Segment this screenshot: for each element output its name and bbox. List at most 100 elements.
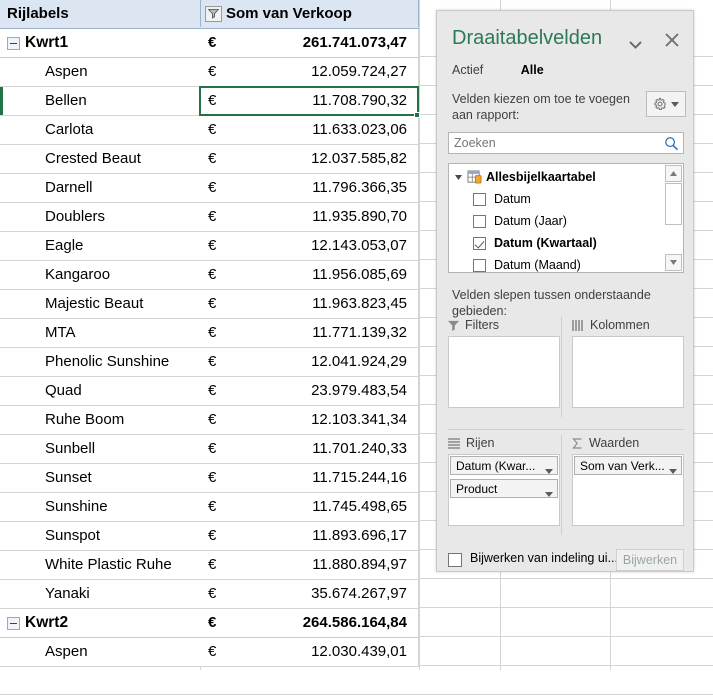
pivot-fields-panel[interactable]: Draaitabelvelden Actief Alle Velden kiez… bbox=[436, 10, 694, 572]
field-list[interactable]: Allesbijelkaartabel Datum Datum (Jaar) Dat… bbox=[448, 163, 684, 273]
row-label[interactable]: Ruhe Boom bbox=[0, 406, 200, 434]
table-row[interactable]: Darnell €11.796.366,35 bbox=[0, 174, 419, 203]
row-label[interactable]: Kwrt1 bbox=[0, 29, 200, 57]
row-field-chip-product[interactable]: Product bbox=[450, 479, 558, 498]
filter-dropdown-icon[interactable] bbox=[205, 6, 222, 22]
value-cell[interactable]: 11.963.823,45 bbox=[210, 290, 413, 318]
scroll-up-icon[interactable] bbox=[665, 165, 682, 182]
table-row[interactable]: Carlota €11.633.023,06 bbox=[0, 116, 419, 145]
scrollbar-thumb[interactable] bbox=[665, 183, 682, 225]
field-item-datum-kwartaal[interactable]: Datum (Kwartaal) bbox=[473, 232, 597, 254]
row-label[interactable]: White Plastic Ruhe bbox=[0, 551, 200, 579]
chevron-down-icon[interactable] bbox=[545, 463, 553, 477]
table-row[interactable]: Doublers €11.935.890,70 bbox=[0, 203, 419, 232]
row-label[interactable]: Yanaki bbox=[0, 580, 200, 608]
chevron-down-icon[interactable] bbox=[669, 463, 677, 477]
value-cell[interactable]: 11.956.085,69 bbox=[210, 261, 413, 289]
table-row[interactable]: Sunbell €11.701.240,33 bbox=[0, 435, 419, 464]
tab-alle[interactable]: Alle bbox=[521, 63, 544, 77]
value-cell[interactable]: 11.715.244,16 bbox=[210, 464, 413, 492]
row-labels-header[interactable]: Rijlabels bbox=[7, 0, 69, 27]
value-cell[interactable]: 23.979.483,54 bbox=[210, 377, 413, 405]
value-cell[interactable]: 11.880.894,97 bbox=[210, 551, 413, 579]
value-cell[interactable]: 12.103.341,34 bbox=[210, 406, 413, 434]
value-cell[interactable]: 12.030.439,01 bbox=[210, 638, 413, 666]
pivot-table[interactable]: Rijlabels Som van Verkoop Kwrt1 €261.741.… bbox=[0, 0, 420, 667]
row-label[interactable]: Sunbell bbox=[0, 435, 200, 463]
field-list-table-node[interactable]: Allesbijelkaartabel bbox=[455, 168, 596, 186]
row-label[interactable]: Aspen bbox=[0, 638, 200, 666]
row-label[interactable]: Kwrt2 bbox=[0, 609, 200, 637]
scroll-down-icon[interactable] bbox=[665, 254, 682, 271]
zone-columns-dropzone[interactable] bbox=[572, 336, 684, 408]
zone-rows-dropzone[interactable]: Datum (Kwar... Product bbox=[448, 454, 560, 526]
table-row[interactable]: White Plastic Ruhe €11.880.894,97 bbox=[0, 551, 419, 580]
panel-options-button[interactable] bbox=[646, 91, 686, 117]
chevron-down-icon[interactable] bbox=[545, 486, 553, 500]
value-cell[interactable]: 11.935.890,70 bbox=[210, 203, 413, 231]
table-row[interactable]: Bellen €11.708.790,32 bbox=[0, 87, 419, 116]
row-label[interactable]: Sunshine bbox=[0, 493, 200, 521]
value-cell[interactable]: 35.674.267,97 bbox=[210, 580, 413, 608]
table-row[interactable]: Aspen €12.030.439,01 bbox=[0, 638, 419, 667]
field-checkbox[interactable] bbox=[473, 192, 486, 206]
table-row[interactable]: MTA €11.771.139,32 bbox=[0, 319, 419, 348]
table-row[interactable]: Majestic Beaut €11.963.823,45 bbox=[0, 290, 419, 319]
search-field[interactable] bbox=[449, 133, 660, 153]
row-label[interactable]: Bellen bbox=[0, 87, 200, 115]
update-button[interactable]: Bijwerken bbox=[616, 549, 684, 571]
value-cell[interactable]: 11.893.696,17 bbox=[210, 522, 413, 550]
row-label[interactable]: MTA bbox=[0, 319, 200, 347]
row-label[interactable]: Phenolic Sunshine bbox=[0, 348, 200, 376]
row-label[interactable]: Quad bbox=[0, 377, 200, 405]
table-row[interactable]: Kwrt1 €261.741.073,47 bbox=[0, 29, 419, 58]
row-label[interactable]: Darnell bbox=[0, 174, 200, 202]
table-row[interactable]: Sunset €11.715.244,16 bbox=[0, 464, 419, 493]
field-checkbox[interactable] bbox=[473, 258, 486, 272]
table-row[interactable]: Kwrt2 €264.586.164,84 bbox=[0, 609, 419, 638]
row-label[interactable]: Kangaroo bbox=[0, 261, 200, 289]
field-checkbox[interactable] bbox=[473, 214, 486, 228]
zone-values-dropzone[interactable]: Som van Verk... bbox=[572, 454, 684, 526]
table-row[interactable]: Kangaroo €11.956.085,69 bbox=[0, 261, 419, 290]
value-cell[interactable]: 11.796.366,35 bbox=[210, 174, 413, 202]
table-row[interactable]: Sunspot €11.893.696,17 bbox=[0, 522, 419, 551]
row-label[interactable]: Carlota bbox=[0, 116, 200, 144]
search-icon[interactable] bbox=[664, 136, 679, 155]
table-row[interactable]: Aspen €12.059.724,27 bbox=[0, 58, 419, 87]
table-row[interactable]: Yanaki €35.674.267,97 bbox=[0, 580, 419, 609]
value-cell[interactable]: 11.771.139,32 bbox=[210, 319, 413, 347]
table-row[interactable]: Crested Beaut €12.037.585,82 bbox=[0, 145, 419, 174]
table-row[interactable]: Sunshine €11.745.498,65 bbox=[0, 493, 419, 522]
field-checkbox[interactable] bbox=[473, 236, 486, 250]
table-row[interactable]: Phenolic Sunshine €12.041.924,29 bbox=[0, 348, 419, 377]
value-field-chip-som-van-verkoop[interactable]: Som van Verk... bbox=[574, 456, 682, 475]
value-cell[interactable]: 11.701.240,33 bbox=[210, 435, 413, 463]
tab-actief[interactable]: Actief bbox=[452, 63, 483, 77]
value-cell[interactable]: 12.059.724,27 bbox=[210, 58, 413, 86]
table-row[interactable]: Ruhe Boom €12.103.341,34 bbox=[0, 406, 419, 435]
table-row[interactable]: Eagle €12.143.053,07 bbox=[0, 232, 419, 261]
row-label[interactable]: Eagle bbox=[0, 232, 200, 260]
field-list-scrollbar[interactable] bbox=[665, 165, 682, 271]
row-field-chip-datum-kwartaal[interactable]: Datum (Kwar... bbox=[450, 456, 558, 475]
field-item-datum[interactable]: Datum bbox=[473, 188, 531, 210]
row-label[interactable]: Majestic Beaut bbox=[0, 290, 200, 318]
fill-handle[interactable] bbox=[414, 112, 420, 118]
value-column-header[interactable]: Som van Verkoop bbox=[226, 0, 352, 27]
value-cell[interactable]: 12.041.924,29 bbox=[210, 348, 413, 376]
row-label[interactable]: Sunspot bbox=[0, 522, 200, 550]
defer-layout-checkbox[interactable] bbox=[448, 553, 462, 567]
value-cell[interactable]: 11.708.790,32 bbox=[210, 87, 413, 115]
value-cell[interactable]: 11.633.023,06 bbox=[210, 116, 413, 144]
close-icon[interactable] bbox=[665, 33, 679, 51]
value-cell[interactable]: 11.745.498,65 bbox=[210, 493, 413, 521]
row-label[interactable]: Doublers bbox=[0, 203, 200, 231]
field-item-datum-maand[interactable]: Datum (Maand) bbox=[473, 254, 581, 272]
value-cell[interactable]: 261.741.073,47 bbox=[210, 29, 413, 57]
row-label[interactable]: Sunset bbox=[0, 464, 200, 492]
row-label[interactable]: Aspen bbox=[0, 58, 200, 86]
value-cell[interactable]: 12.143.053,07 bbox=[210, 232, 413, 260]
field-item-datum-jaar[interactable]: Datum (Jaar) bbox=[473, 210, 567, 232]
value-cell[interactable]: 12.037.585,82 bbox=[210, 145, 413, 173]
